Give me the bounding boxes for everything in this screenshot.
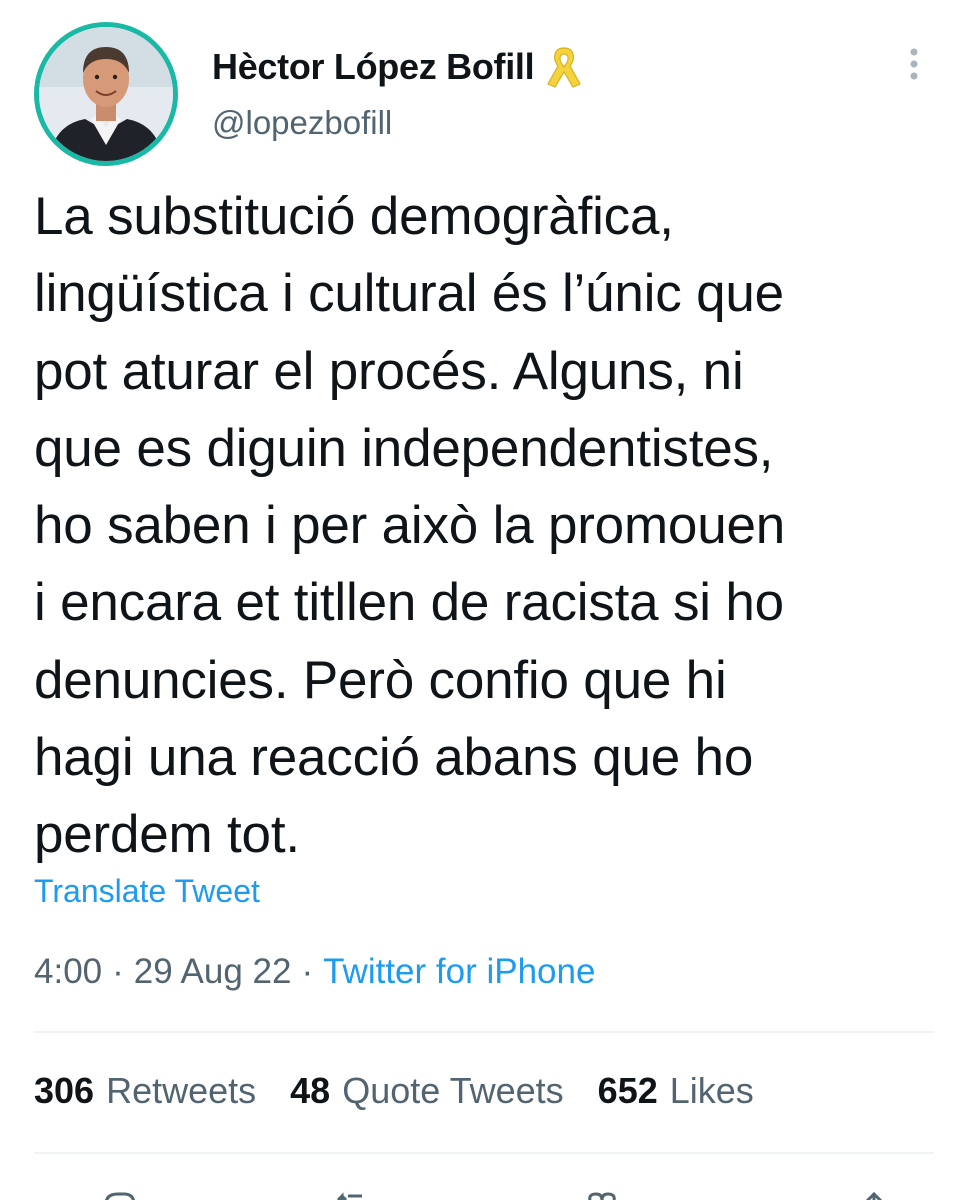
author-name-row: Hèctor López Bofill bbox=[212, 42, 586, 92]
divider bbox=[34, 1031, 934, 1033]
meta-separator: · bbox=[112, 952, 124, 991]
yellow-ribbon-icon bbox=[542, 42, 586, 92]
avatar[interactable] bbox=[34, 22, 178, 166]
like-icon[interactable] bbox=[582, 1188, 622, 1200]
tweet-date: 29 Aug 22 bbox=[133, 952, 292, 991]
tweet-metadata: 4:00 · 29 Aug 22 · Twitter for iPhone bbox=[34, 952, 595, 992]
avatar-photo bbox=[39, 27, 173, 161]
author-display-name[interactable]: Hèctor López Bofill bbox=[212, 46, 535, 88]
likes-stat[interactable]: 652 Likes bbox=[598, 1070, 754, 1112]
reply-icon[interactable] bbox=[100, 1188, 140, 1200]
retweet-icon[interactable] bbox=[334, 1188, 374, 1200]
tweet-detail: Hèctor López Bofill @lopezbofill La subs… bbox=[0, 0, 967, 1200]
retweets-count: 306 bbox=[34, 1070, 95, 1111]
retweets-label: Retweets bbox=[106, 1070, 257, 1111]
likes-count: 652 bbox=[597, 1070, 658, 1111]
more-options-icon[interactable] bbox=[894, 40, 934, 92]
quote-tweets-count: 48 bbox=[290, 1070, 331, 1111]
retweets-stat[interactable]: 306 Retweets bbox=[34, 1070, 256, 1112]
share-icon[interactable] bbox=[854, 1188, 894, 1200]
divider bbox=[34, 1152, 934, 1154]
likes-label: Likes bbox=[669, 1070, 754, 1111]
tweet-text: La substitució demogràfica, lingüística … bbox=[34, 187, 786, 865]
quote-tweets-stat[interactable]: 48 Quote Tweets bbox=[290, 1070, 564, 1112]
tweet-time: 4:00 bbox=[34, 952, 103, 991]
tweet-actions bbox=[34, 1180, 934, 1200]
author-handle[interactable]: @lopezbofill bbox=[212, 104, 392, 142]
translate-tweet-link[interactable]: Translate Tweet bbox=[34, 873, 260, 910]
meta-separator: · bbox=[301, 952, 314, 991]
quote-tweets-label: Quote Tweets bbox=[342, 1070, 564, 1111]
tweet-source-link[interactable]: Twitter for iPhone bbox=[323, 952, 595, 992]
engagement-stats: 306 Retweets 48 Quote Tweets 652 Likes bbox=[34, 1070, 788, 1112]
